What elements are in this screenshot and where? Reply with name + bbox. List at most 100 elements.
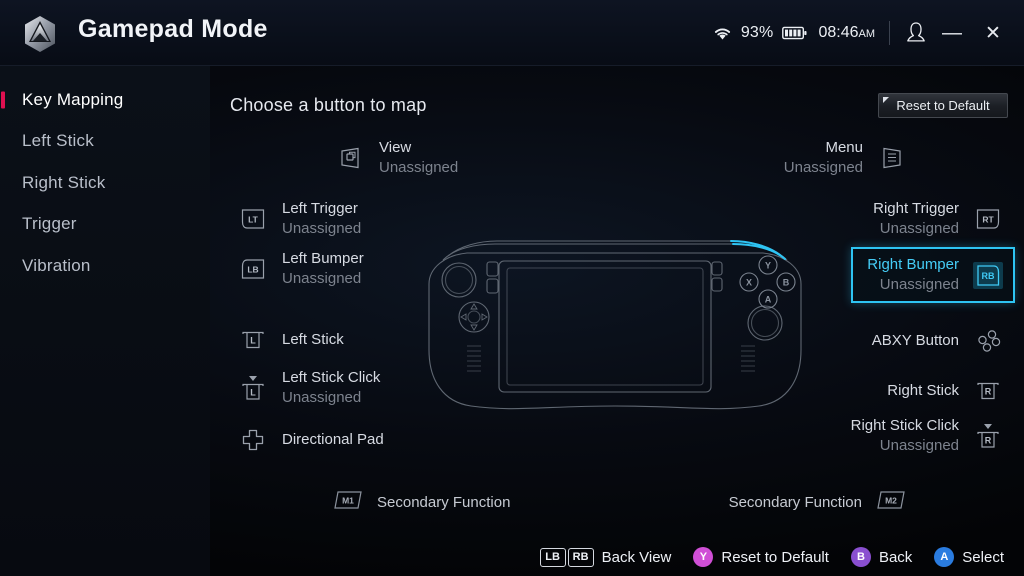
rb-key-icon: RB xyxy=(567,547,594,567)
mapping-value: Unassigned xyxy=(282,220,362,237)
right-stick-icon: R xyxy=(973,376,1003,406)
sidebar-item-label: Vibration xyxy=(22,255,91,275)
mapping-name: ABXY Button xyxy=(871,332,959,349)
hexagon-logo-icon xyxy=(18,12,62,56)
mapping-name: View xyxy=(379,139,412,156)
handheld-gamepad-illustration: Y X B A xyxy=(415,238,815,423)
device-button-b: B xyxy=(783,278,790,288)
clock-time: 08:46 xyxy=(818,24,859,41)
svg-text:L: L xyxy=(250,388,256,398)
mapping-row-right-stick[interactable]: Right Stick R xyxy=(887,376,1003,406)
battery-percent: 93% xyxy=(740,24,774,41)
user-avatar-icon[interactable] xyxy=(904,20,928,46)
reset-to-default-button[interactable]: Reset to Default xyxy=(878,93,1008,118)
lt-badge-icon: LT xyxy=(238,204,268,234)
mapping-row-left-stick-click[interactable]: L Left Stick Click Unassigned xyxy=(238,368,380,408)
svg-text:L: L xyxy=(250,336,256,346)
mapping-name: Left Trigger xyxy=(282,200,358,217)
bottom-hint-bar: LB RB Back View Y Reset to Default B Bac… xyxy=(0,538,1024,576)
mapping-text: Left Bumper Unassigned xyxy=(282,249,364,289)
mapping-text: Right Stick xyxy=(887,381,959,401)
mapping-name: Right Stick xyxy=(887,382,959,399)
a-button-icon: A xyxy=(934,547,955,567)
hint-back-view[interactable]: LB RB Back View xyxy=(539,547,672,567)
lb-key-icon: LB xyxy=(539,547,566,567)
view-button-icon xyxy=(335,143,365,173)
svg-text:R: R xyxy=(985,436,992,446)
svg-text:R: R xyxy=(985,387,992,397)
sidebar-item-left-stick[interactable]: Left Stick xyxy=(0,121,210,163)
y-button-icon: Y xyxy=(693,547,714,567)
sidebar: Key Mapping Left Stick Right Stick Trigg… xyxy=(0,66,210,576)
svg-text:M1: M1 xyxy=(342,496,354,506)
menu-button-icon xyxy=(877,143,907,173)
mapping-row-right-stick-click[interactable]: Right Stick Click Unassigned R xyxy=(851,416,1003,456)
secondary-function-m2[interactable]: Secondary Function M2 xyxy=(729,489,907,516)
mapping-text: Left Trigger Unassigned xyxy=(282,199,361,239)
mapping-text: Right Trigger Unassigned xyxy=(873,199,959,239)
mapping-name: Right Bumper xyxy=(867,256,959,273)
mapping-name: Left Stick xyxy=(282,331,344,348)
mapping-row-view[interactable]: View Unassigned xyxy=(335,138,458,178)
mapping-text: Menu Unassigned xyxy=(784,138,863,178)
svg-text:RT: RT xyxy=(982,215,994,225)
mapping-row-left-trigger[interactable]: LT Left Trigger Unassigned xyxy=(238,199,361,239)
mapping-value: Unassigned xyxy=(379,159,459,176)
mapping-text: Left Stick xyxy=(282,330,344,350)
mapping-name: Right Stick Click xyxy=(850,417,959,434)
svg-text:LB: LB xyxy=(247,265,258,275)
svg-text:RB: RB xyxy=(982,271,995,281)
lb-badge-icon: LB xyxy=(238,254,268,284)
mapping-text: Left Stick Click Unassigned xyxy=(282,368,380,408)
b-button-icon: B xyxy=(850,547,871,567)
mapping-row-left-stick[interactable]: L Left Stick xyxy=(238,325,344,355)
hint-label: Back xyxy=(878,548,913,566)
svg-text:LT: LT xyxy=(248,215,259,225)
sidebar-item-vibration[interactable]: Vibration xyxy=(0,245,210,287)
minimize-button[interactable]: — xyxy=(937,18,967,48)
sidebar-item-label: Right Stick xyxy=(22,172,106,192)
svg-text:M2: M2 xyxy=(885,496,897,506)
mapping-name: Left Stick Click xyxy=(282,369,381,386)
sidebar-item-key-mapping[interactable]: Key Mapping xyxy=(0,79,210,121)
mapping-value: Unassigned xyxy=(879,220,959,237)
close-button[interactable]: ✕ xyxy=(978,18,1008,48)
hint-select[interactable]: A Select xyxy=(934,547,1004,567)
cursor-pointer-icon xyxy=(883,97,889,103)
mapping-row-menu[interactable]: Menu Unassigned xyxy=(784,138,907,178)
mapping-text: ABXY Button xyxy=(872,331,959,351)
m1-badge-icon: M1 xyxy=(332,489,364,516)
mapping-text: Right Bumper Unassigned xyxy=(867,255,959,295)
dpad-icon xyxy=(238,425,268,455)
secondary-function-m1[interactable]: M1 Secondary Function xyxy=(332,489,510,516)
device-button-a: A xyxy=(765,295,772,305)
hint-label: Back View xyxy=(601,548,672,566)
mapping-row-right-bumper[interactable]: Right Bumper Unassigned RB xyxy=(851,247,1015,303)
hint-back[interactable]: B Back xyxy=(850,547,913,567)
mapping-value: Unassigned xyxy=(879,437,959,454)
mapping-row-left-bumper[interactable]: LB Left Bumper Unassigned xyxy=(238,249,364,289)
mapping-value: Unassigned xyxy=(282,389,362,406)
m2-badge-icon: M2 xyxy=(875,489,907,516)
mapping-row-abxy-button[interactable]: ABXY Button xyxy=(872,326,1003,356)
sidebar-item-right-stick[interactable]: Right Stick xyxy=(0,162,210,204)
clock-ampm: AM xyxy=(858,28,876,40)
hint-label: Reset to Default xyxy=(721,548,829,566)
secondary-function-label: Secondary Function xyxy=(728,494,862,511)
sidebar-item-label: Trigger xyxy=(22,214,77,234)
lb-rb-key-pair: LB RB xyxy=(539,547,594,567)
device-button-y: Y xyxy=(765,261,771,271)
mapping-row-right-trigger[interactable]: Right Trigger Unassigned RT xyxy=(873,199,1003,239)
title-bar: Gamepad Mode 93% 08:46AM — ✕ xyxy=(0,0,1024,66)
hint-reset-to-default[interactable]: Y Reset to Default xyxy=(693,547,829,567)
mapping-name: Left Bumper xyxy=(282,250,364,267)
mapping-name: Right Trigger xyxy=(873,200,959,217)
rb-badge-icon: RB xyxy=(973,261,1003,289)
hint-label: Select xyxy=(962,548,1004,566)
sidebar-item-trigger[interactable]: Trigger xyxy=(0,204,210,246)
mapping-row-directional-pad[interactable]: Directional Pad xyxy=(238,425,384,455)
rt-badge-icon: RT xyxy=(973,204,1003,234)
reset-button-label: Reset to Default xyxy=(896,98,990,113)
sidebar-item-label: Key Mapping xyxy=(22,89,124,109)
battery-icon xyxy=(782,26,807,40)
